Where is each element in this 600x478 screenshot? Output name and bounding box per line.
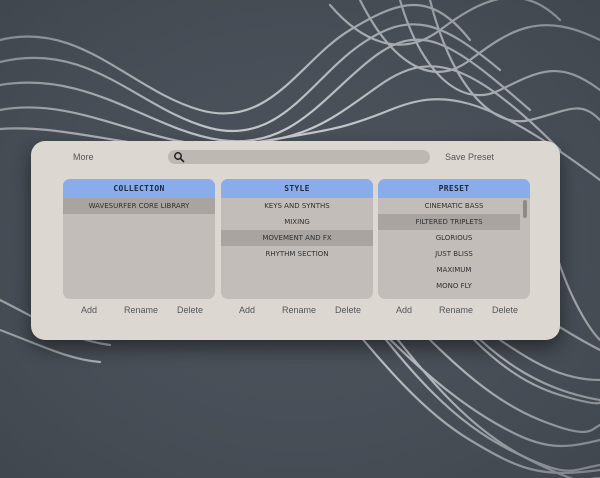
preset-add-button[interactable]: Add (396, 305, 412, 315)
preset-scrollbar[interactable] (523, 200, 527, 218)
collection-add-button[interactable]: Add (81, 305, 97, 315)
style-add-button[interactable]: Add (239, 305, 255, 315)
search-input[interactable] (188, 150, 424, 164)
list-item[interactable]: MOVEMENT AND FX (221, 230, 373, 246)
collection-column: COLLECTION WAVESURFER CORE LIBRARY Add R… (63, 179, 215, 320)
more-button[interactable]: More (73, 152, 94, 162)
preset-browser-panel: More Save Preset COLLECTION WAVESURFER C… (31, 141, 560, 340)
style-header: STYLE (221, 179, 373, 198)
style-delete-button[interactable]: Delete (335, 305, 361, 315)
list-item[interactable]: MONO FLY (378, 278, 530, 294)
style-actions: Add Rename Delete (221, 302, 373, 320)
list-item[interactable]: KEYS AND SYNTHS (221, 198, 373, 214)
list-item[interactable]: GLORIOUS (378, 230, 530, 246)
list-item[interactable]: WAVESURFER CORE LIBRARY (63, 198, 215, 214)
preset-list-box: PRESET CINEMATIC BASS FILTERED TRIPLETS … (378, 179, 530, 299)
style-list: KEYS AND SYNTHS MIXING MOVEMENT AND FX R… (221, 198, 373, 262)
collection-rename-button[interactable]: Rename (124, 305, 158, 315)
list-item[interactable]: FILTERED TRIPLETS (378, 214, 520, 230)
preset-actions: Add Rename Delete (378, 302, 530, 320)
list-item[interactable]: MIXING (221, 214, 373, 230)
list-item[interactable]: CINEMATIC BASS (378, 198, 530, 214)
search-bar[interactable] (168, 150, 430, 164)
list-item[interactable]: RHYTHM SECTION (221, 246, 373, 262)
preset-header: PRESET (378, 179, 530, 198)
list-item[interactable]: MAXIMUM (378, 262, 530, 278)
list-item[interactable]: JUST BLISS (378, 246, 530, 262)
top-bar: More Save Preset (31, 141, 560, 175)
collection-delete-button[interactable]: Delete (177, 305, 203, 315)
collection-list: WAVESURFER CORE LIBRARY (63, 198, 215, 214)
save-preset-button[interactable]: Save Preset (445, 152, 494, 162)
search-icon (174, 152, 185, 163)
preset-delete-button[interactable]: Delete (492, 305, 518, 315)
style-list-box: STYLE KEYS AND SYNTHS MIXING MOVEMENT AN… (221, 179, 373, 299)
collection-list-box: COLLECTION WAVESURFER CORE LIBRARY (63, 179, 215, 299)
style-column: STYLE KEYS AND SYNTHS MIXING MOVEMENT AN… (221, 179, 373, 320)
preset-rename-button[interactable]: Rename (439, 305, 473, 315)
preset-list: CINEMATIC BASS FILTERED TRIPLETS GLORIOU… (378, 198, 530, 294)
collection-header: COLLECTION (63, 179, 215, 198)
collection-actions: Add Rename Delete (63, 302, 215, 320)
preset-column: PRESET CINEMATIC BASS FILTERED TRIPLETS … (378, 179, 530, 320)
style-rename-button[interactable]: Rename (282, 305, 316, 315)
